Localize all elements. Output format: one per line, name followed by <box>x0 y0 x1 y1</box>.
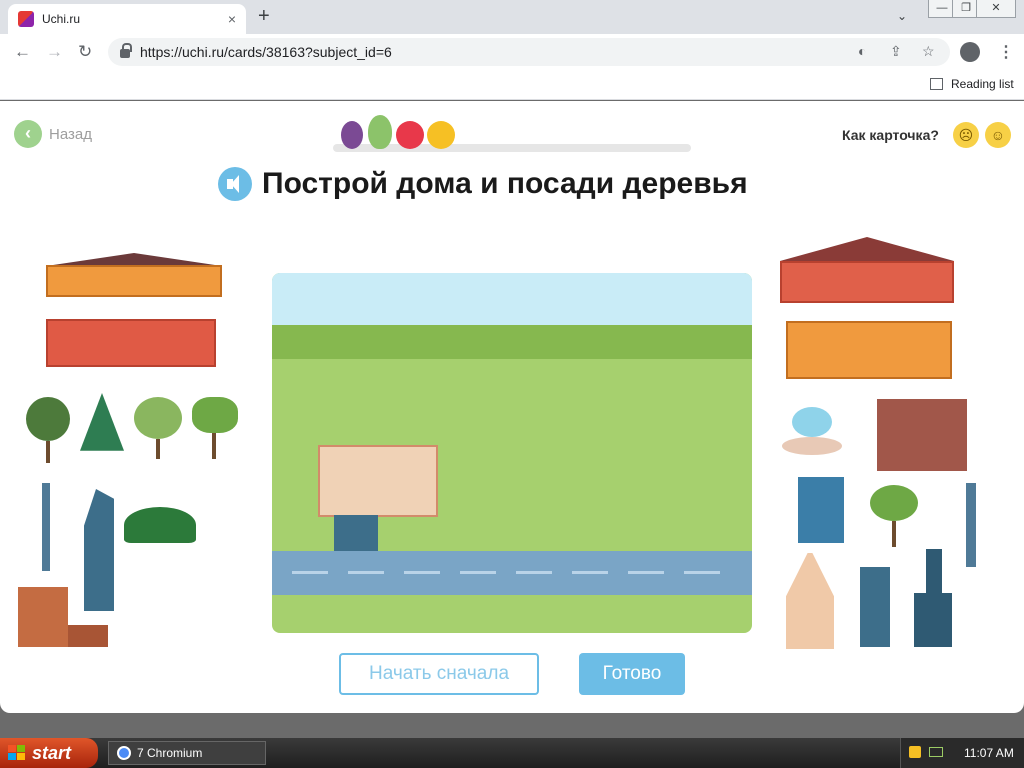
placed-museum-sticker[interactable] <box>318 445 438 517</box>
reading-list-icon <box>930 78 943 90</box>
brick-buildings-sticker[interactable] <box>18 587 110 647</box>
card-rating: Как карточка? ☹ ☺ <box>842 122 1011 148</box>
tab-strip: Uchi.ru × + ⌄ — ❐ ✕ <box>0 0 1024 34</box>
chromium-icon <box>117 746 131 760</box>
taskbar-chromium-item[interactable]: 7 Chromium <box>108 741 266 765</box>
round-tree-sticker[interactable] <box>134 397 184 459</box>
monument-sticker[interactable] <box>914 549 954 647</box>
orange-building-sticker[interactable] <box>46 253 222 297</box>
scene-canvas[interactable] <box>272 273 752 633</box>
back-arrow-icon[interactable]: ← <box>14 42 31 62</box>
taskbar: start 7 Chromium 11:07 AM <box>0 738 1024 768</box>
back-label: Назад <box>49 125 92 143</box>
page-content: ‹ Назад Как карточка? ☹ ☺ Построй дома и… <box>0 101 1024 713</box>
tv-tower-sticker[interactable] <box>42 483 50 571</box>
branchy-tree-sticker[interactable] <box>192 397 240 459</box>
eye-slash-icon[interactable]: ◐ <box>858 43 866 59</box>
close-window-button[interactable]: ✕ <box>976 0 1016 18</box>
title-text: Построй дома и посади деревья <box>262 167 748 200</box>
reload-icon[interactable]: ↻ <box>78 42 92 62</box>
share-icon[interactable]: ⇪ <box>890 43 902 60</box>
speaker-icon[interactable] <box>218 167 252 201</box>
sad-face-icon[interactable]: ☹ <box>952 122 979 148</box>
taskbar-item-label: 7 Chromium <box>137 746 203 760</box>
spire-tower-sticker[interactable] <box>966 483 976 567</box>
new-tab-button[interactable]: + <box>258 5 270 28</box>
address-bar[interactable]: https://uchi.ru/cards/38163?subject_id=6 <box>108 38 950 66</box>
back-button[interactable]: ‹ Назад <box>14 120 92 148</box>
security-shield-icon[interactable] <box>909 746 921 758</box>
forward-arrow-icon[interactable]: → <box>46 42 63 62</box>
lock-icon <box>120 43 132 58</box>
system-clock: 11:07 AM <box>964 746 1014 760</box>
tab-title: Uchi.ru <box>42 12 81 26</box>
tab-uchi[interactable]: Uchi.ru × <box>8 4 246 34</box>
red-school-sticker[interactable] <box>46 319 216 367</box>
treeline <box>272 325 752 359</box>
start-button[interactable]: start <box>0 738 98 768</box>
task-title: Построй дома и посади деревья <box>218 167 748 201</box>
tab-close-icon[interactable]: × <box>228 11 236 27</box>
windows-flag-icon <box>8 745 25 760</box>
orange-icon <box>427 121 455 149</box>
browser-toolbar: ← → ↻ https://uchi.ru/cards/38163?subjec… <box>0 34 1024 70</box>
done-button[interactable]: Готово <box>579 653 685 695</box>
url-text[interactable]: https://uchi.ru/cards/38163?subject_id=6 <box>140 44 392 60</box>
bookmark-star-icon[interactable]: ☆ <box>922 43 935 60</box>
restart-button[interactable]: Начать сначала <box>339 653 539 695</box>
office-block-sticker[interactable] <box>877 399 967 471</box>
garden-tree-sticker[interactable] <box>870 485 920 547</box>
tall-tower-sticker[interactable] <box>860 567 890 647</box>
plum-icon <box>341 121 363 149</box>
profile-avatar-icon[interactable] <box>960 42 980 62</box>
tab-search-chevron-icon[interactable]: ⌄ <box>897 9 907 23</box>
pear-icon <box>368 115 392 149</box>
network-icon[interactable] <box>929 747 943 757</box>
happy-face-icon[interactable]: ☺ <box>984 122 1011 148</box>
oak-tree-sticker[interactable] <box>26 397 72 463</box>
back-chevron-icon: ‹ <box>14 120 42 148</box>
fir-tree-sticker[interactable] <box>80 393 124 451</box>
rating-label: Как карточка? <box>842 127 939 143</box>
menu-kebab-icon[interactable]: ⋮ <box>998 42 1014 62</box>
road <box>272 551 752 595</box>
bush-sticker[interactable] <box>124 507 196 543</box>
fountain-sticker[interactable] <box>782 407 842 459</box>
msu-building-sticker[interactable] <box>786 553 834 649</box>
glass-office-sticker[interactable] <box>798 477 844 543</box>
uchi-favicon-icon <box>18 11 34 27</box>
reading-list-label: Reading list <box>951 77 1014 91</box>
placed-office-sticker[interactable] <box>334 515 378 551</box>
bookmarks-bar: Reading list <box>0 70 1024 100</box>
apple-icon <box>396 121 424 149</box>
reading-list-button[interactable]: Reading list <box>930 77 1014 91</box>
orange-block-sticker[interactable] <box>786 321 952 379</box>
red-manor-sticker[interactable] <box>780 237 954 303</box>
start-label: start <box>32 743 72 763</box>
